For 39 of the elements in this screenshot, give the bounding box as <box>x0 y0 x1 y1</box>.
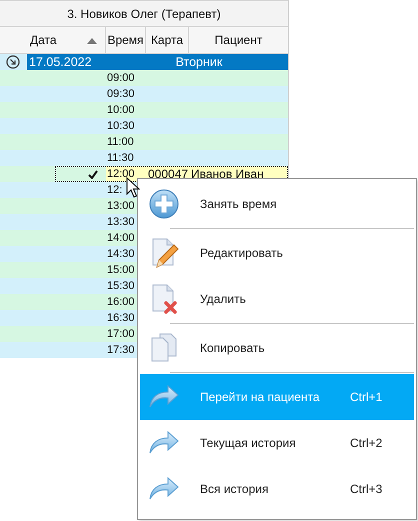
time-cell: 11:30 <box>107 152 134 164</box>
plus-icon <box>148 188 180 220</box>
menu-item[interactable]: Вся история Ctrl+3 <box>140 466 414 512</box>
collapse-icon[interactable] <box>6 55 20 69</box>
time-cell: 14:30 <box>107 248 135 260</box>
time-cell: 17:00 <box>107 328 135 340</box>
patient-cell: Иванов Иван <box>191 167 264 181</box>
shortcut-label: Ctrl+1 <box>350 390 382 404</box>
time-cell: 13:30 <box>107 216 135 228</box>
time-cell: 17:30 <box>107 344 135 356</box>
menu-item[interactable]: Копировать <box>140 325 414 371</box>
menu-item[interactable]: Занять время <box>140 181 414 227</box>
column-header[interactable]: Дата <box>0 27 106 53</box>
time-cell: 09:00 <box>107 72 135 84</box>
time-cell: 16:00 <box>107 296 135 308</box>
group-date: 17.05.2022 <box>29 55 92 69</box>
time-cell: 15:30 <box>107 280 135 292</box>
time-cell: 14:00 <box>107 232 135 244</box>
time-cell: 10:30 <box>107 120 135 132</box>
group-weekday: Вторник <box>176 55 222 69</box>
menu-item[interactable]: Редактировать <box>140 230 414 276</box>
card-cell: 000047 <box>148 167 188 181</box>
group-row[interactable]: 17.05.2022 Вторник <box>27 54 288 70</box>
time-cell: 16:30 <box>107 312 135 324</box>
shortcut-label: Ctrl+2 <box>350 436 382 450</box>
time-cell: 11:00 <box>107 136 134 148</box>
time-cell: 12: <box>107 184 122 196</box>
column-header[interactable]: Пациент <box>189 27 288 53</box>
time-cell: 12:00 <box>107 168 135 180</box>
column-header[interactable]: Время <box>106 27 146 53</box>
column-header[interactable]: Карта <box>146 27 189 53</box>
time-cell: 09:30 <box>107 88 135 100</box>
menu-item[interactable]: Текущая история Ctrl+2 <box>140 420 414 466</box>
grid-title: 3. Новиков Олег (Терапевт) <box>0 0 288 27</box>
shortcut-label: Ctrl+3 <box>350 482 382 496</box>
time-cell: 15:00 <box>107 264 135 276</box>
menu-item[interactable]: Удалить <box>140 276 414 322</box>
time-cell: 13:00 <box>107 200 135 212</box>
time-cell: 10:00 <box>107 104 135 116</box>
